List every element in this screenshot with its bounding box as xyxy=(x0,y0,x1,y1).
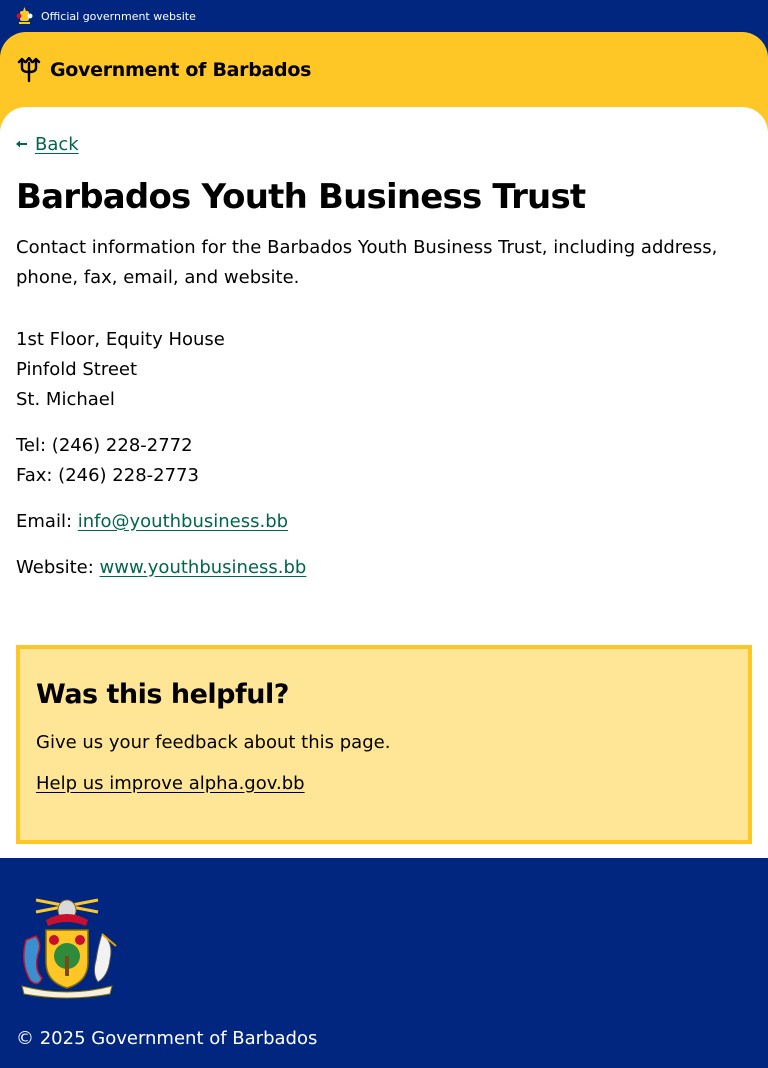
address-line: 1st Floor, Equity House xyxy=(16,328,225,350)
trident-icon xyxy=(17,56,41,82)
website-block: Website: www.youthbusiness.bb xyxy=(16,553,752,583)
phone-block: Tel: (246) 228-2772 Fax: (246) 228-2773 xyxy=(16,431,752,491)
address-block: 1st Floor, Equity House Pinfold Street S… xyxy=(16,325,752,415)
main-content: Back Barbados Youth Business Trust Conta… xyxy=(0,107,768,858)
copyright: © 2025 Government of Barbados xyxy=(16,1028,318,1049)
address-line: St. Michael xyxy=(16,388,115,410)
email-block: Email: info@youthbusiness.bb xyxy=(16,507,752,537)
back-label: Back xyxy=(35,133,79,155)
site-brand-link[interactable]: Government of Barbados xyxy=(50,59,311,81)
official-banner: Official government website xyxy=(0,0,768,32)
feedback-link[interactable]: Help us improve alpha.gov.bb xyxy=(36,773,305,794)
website-link[interactable]: www.youthbusiness.bb xyxy=(100,557,307,578)
page-lead: Contact information for the Barbados You… xyxy=(16,236,718,288)
official-website-text: Official government website xyxy=(41,9,196,23)
feedback-title: Was this helpful? xyxy=(36,678,289,710)
email-label: Email: xyxy=(16,510,78,532)
site-header: Government of Barbados xyxy=(0,32,768,107)
site-footer: © 2025 Government of Barbados xyxy=(0,858,768,1068)
feedback-panel: Was this helpful? Give us your feedback … xyxy=(16,644,752,844)
fax: Fax: (246) 228-2773 xyxy=(16,464,199,486)
page-title: Barbados Youth Business Trust xyxy=(16,176,586,217)
address-line: Pinfold Street xyxy=(16,358,138,380)
coat-of-arms-icon xyxy=(21,898,117,999)
back-link[interactable]: Back xyxy=(16,134,79,155)
email-link[interactable]: info@youthbusiness.bb xyxy=(78,511,288,532)
telephone: Tel: (246) 228-2772 xyxy=(16,434,193,456)
website-label: Website: xyxy=(16,556,100,578)
feedback-text: Give us your feedback about this page. xyxy=(36,731,391,753)
coat-of-arms-icon xyxy=(16,7,33,24)
back-arrow-icon xyxy=(16,140,27,148)
